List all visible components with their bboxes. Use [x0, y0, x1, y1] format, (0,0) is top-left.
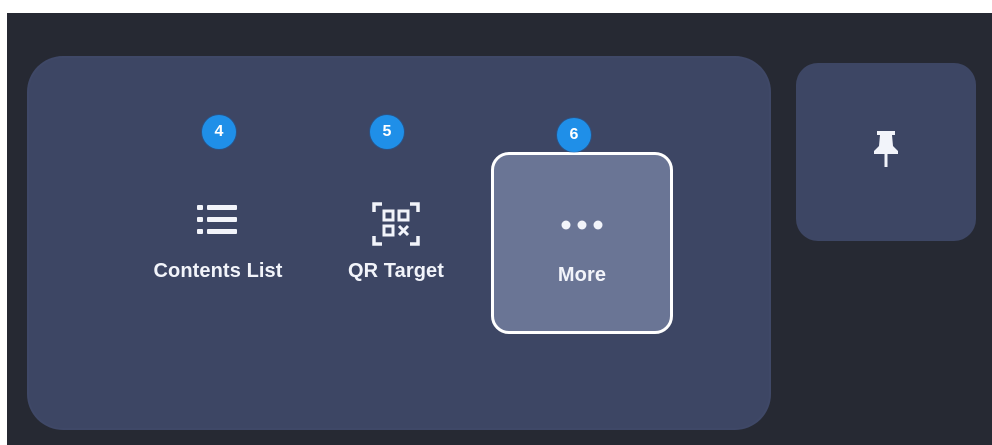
- step-badge-4: 4: [202, 115, 236, 149]
- contents-list-button[interactable]: Contents List: [146, 200, 290, 283]
- step-badge-6: 6: [557, 118, 591, 152]
- pin-icon: [874, 131, 898, 167]
- pin-button[interactable]: [796, 63, 976, 241]
- qr-target-label: QR Target: [347, 260, 445, 282]
- list-icon: [197, 205, 237, 234]
- more-label: More: [557, 264, 607, 286]
- step-badge-5: 5: [370, 115, 404, 149]
- more-dots-icon: [561, 220, 603, 230]
- contents-list-label: Contents List: [153, 260, 283, 282]
- qr-scan-icon: [372, 202, 420, 246]
- more-button[interactable]: More: [491, 152, 673, 334]
- qr-target-button[interactable]: QR Target: [340, 200, 452, 283]
